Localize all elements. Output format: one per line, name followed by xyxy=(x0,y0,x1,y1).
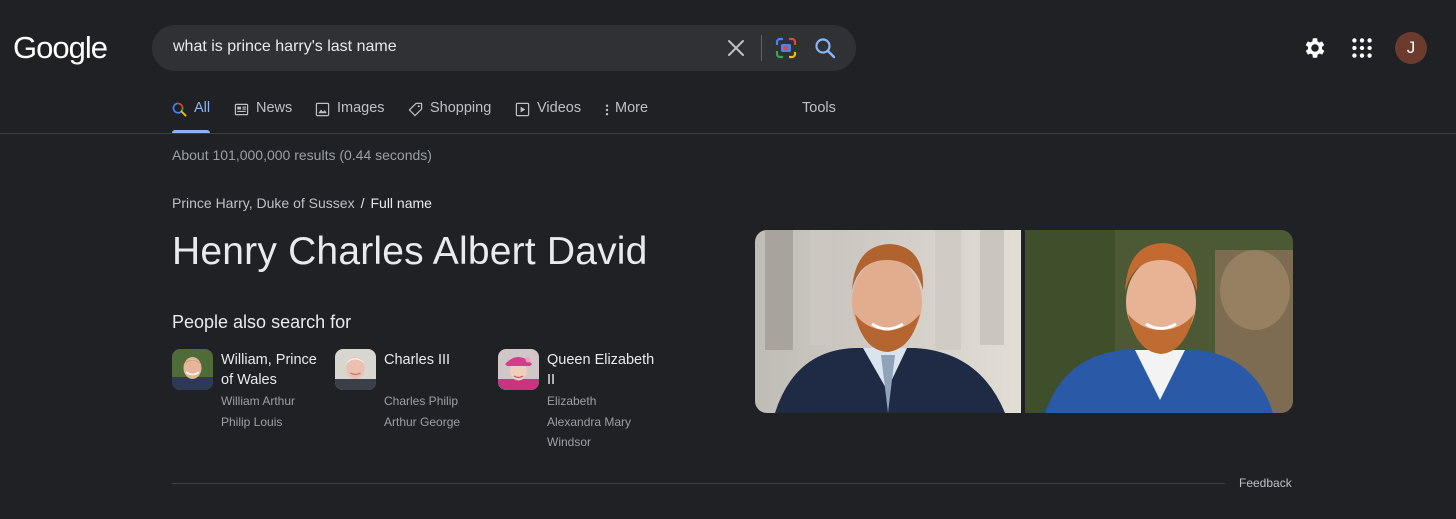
search-box[interactable]: what is prince harry's last name xyxy=(152,25,856,71)
tab-shopping-label: Shopping xyxy=(430,100,492,116)
answer-title: Henry Charles Albert David xyxy=(172,230,648,273)
breadcrumb-separator: / xyxy=(360,195,365,211)
person-fullname: Elizabeth Alexandra Mary Windsor xyxy=(547,394,632,449)
breadcrumb-current: Full name xyxy=(370,195,432,211)
play-icon xyxy=(515,102,531,118)
more-vert-icon xyxy=(604,102,612,118)
tab-videos-label: Videos xyxy=(537,100,582,116)
tab-all-label: All xyxy=(194,100,211,116)
person-name[interactable]: William, Prince of Wales xyxy=(221,350,331,390)
camera-lens-icon[interactable] xyxy=(774,36,798,60)
tabs-divider xyxy=(0,133,1456,134)
person-thumbnail-william xyxy=(172,349,213,390)
tab-more[interactable]: More xyxy=(604,100,648,133)
tab-tools[interactable]: Tools xyxy=(802,100,836,133)
account-avatar[interactable]: J xyxy=(1395,32,1427,64)
tag-icon xyxy=(408,102,424,118)
tab-more-label: More xyxy=(615,100,649,116)
person-fullname: William Arthur Philip Louis xyxy=(221,394,296,429)
tab-news[interactable]: News xyxy=(234,100,292,133)
tab-shopping[interactable]: Shopping xyxy=(408,100,491,133)
bottom-divider xyxy=(172,483,1225,484)
harry-photo-2[interactable] xyxy=(1025,230,1293,413)
results-stats: About 101,000,000 results (0.44 seconds) xyxy=(172,147,432,163)
person-fullname: Charles Philip Arthur George xyxy=(384,394,461,429)
tab-videos[interactable]: Videos xyxy=(515,100,581,133)
search-icon xyxy=(172,102,188,118)
search-input[interactable]: what is prince harry's last name xyxy=(173,38,397,56)
search-divider xyxy=(761,35,762,61)
clear-icon[interactable] xyxy=(724,37,748,59)
breadcrumb-parent-link[interactable]: Prince Harry, Duke of Sussex xyxy=(172,195,355,211)
tab-images[interactable]: Images xyxy=(315,100,385,133)
apps-grid-icon[interactable] xyxy=(1349,35,1375,61)
person-thumbnail-elizabeth xyxy=(498,349,539,390)
harry-photo-1[interactable] xyxy=(755,230,1021,413)
tab-all[interactable]: All xyxy=(172,100,211,133)
person-name[interactable]: Queen Elizabeth II xyxy=(547,350,657,390)
search-icon[interactable] xyxy=(813,36,837,60)
news-icon xyxy=(234,102,250,118)
settings-gear-icon[interactable] xyxy=(1302,35,1328,61)
tab-tools-label: Tools xyxy=(802,100,836,116)
person-name[interactable]: Charles III xyxy=(384,350,494,370)
tab-images-label: Images xyxy=(337,100,385,116)
feedback-link[interactable]: Feedback xyxy=(1239,476,1292,490)
tab-news-label: News xyxy=(256,100,293,116)
google-logo[interactable]: Google xyxy=(13,30,108,66)
image-icon xyxy=(315,102,331,118)
search-results-page: Google what is prince harry's last name xyxy=(0,0,1456,519)
breadcrumb: Prince Harry, Duke of Sussex / Full name xyxy=(172,195,432,211)
people-also-search-title: People also search for xyxy=(172,312,352,332)
person-thumbnail-charles xyxy=(335,349,376,390)
